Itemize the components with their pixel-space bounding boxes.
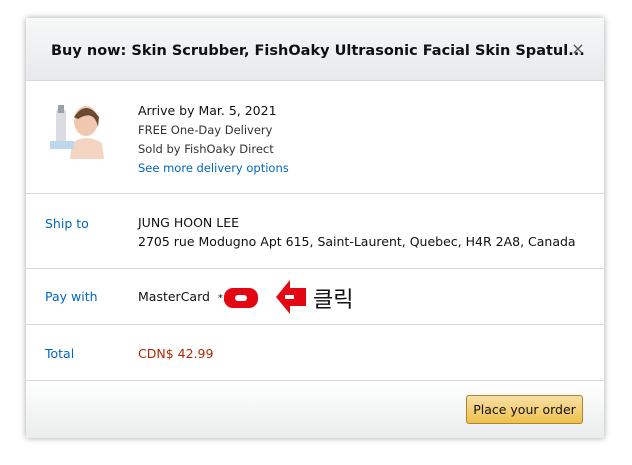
shipping-speed: FREE One-Day Delivery [138,123,273,137]
place-order-button[interactable]: Place your order [466,395,583,424]
red-arrow-icon [276,280,306,314]
ship-to-name: JUNG HOON LEE [138,215,240,230]
ship-to-address: 2705 rue Modugno Apt 615, Saint-Laurent,… [138,234,576,249]
annotation-text: 클릭 [313,288,354,313]
pay-with-label[interactable]: Pay with [45,289,98,304]
delivery-section: Arrive by Mar. 5, 2021 FREE One-Day Deli… [26,81,604,194]
ship-to-section: Ship to JUNG HOON LEE 2705 rue Modugno A… [26,194,604,269]
total-amount: CDN$ 42.99 [138,346,214,361]
click-target-marker [224,288,258,308]
close-icon[interactable]: × [570,40,586,58]
total-label: Total [45,346,75,361]
modal-header: Buy now: Skin Scrubber, FishOaky Ultraso… [26,18,604,81]
buy-now-modal: Buy now: Skin Scrubber, FishOaky Ultraso… [26,18,604,438]
arrive-date: Arrive by Mar. 5, 2021 [138,103,277,118]
see-more-delivery-link[interactable]: See more delivery options [138,161,289,175]
seller: Sold by FishOaky Direct [138,142,274,156]
modal-title: Buy now: Skin Scrubber, FishOaky Ultraso… [51,43,585,59]
product-thumbnail [46,97,108,159]
ship-to-label[interactable]: Ship to [45,216,89,231]
card-brand: MasterCard [138,289,210,304]
payment-method: MasterCard *. [138,289,226,304]
total-section: Total CDN$ 42.99 [26,325,604,381]
